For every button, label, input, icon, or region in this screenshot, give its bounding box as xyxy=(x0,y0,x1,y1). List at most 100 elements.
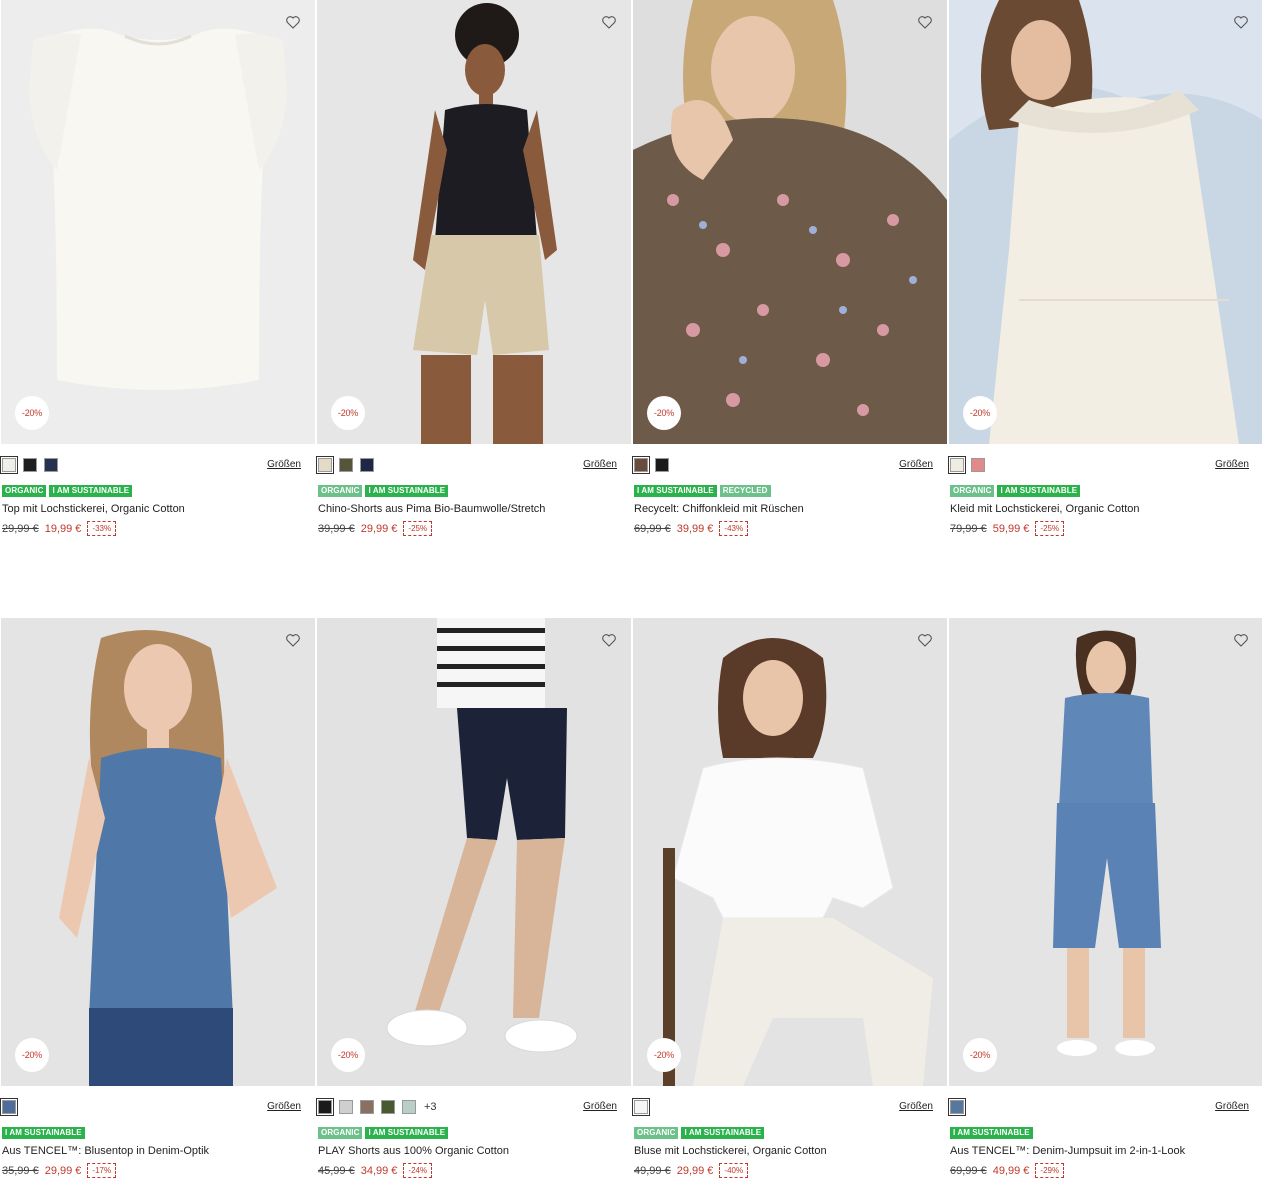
badge-row: I AM SUSTAINABLE RECYCLED xyxy=(634,485,771,497)
product-image[interactable]: -20% xyxy=(633,618,947,1086)
heart-icon[interactable] xyxy=(601,14,617,30)
badge-row: I AM SUSTAINABLE xyxy=(950,1127,1033,1139)
product-title[interactable]: Aus TENCEL™: Blusentop in Denim-Optik xyxy=(2,1145,209,1157)
percent-off: -25% xyxy=(403,521,433,536)
discount-badge: -20% xyxy=(963,396,997,430)
sustainability-badge: I AM SUSTAINABLE xyxy=(681,1127,765,1139)
sustainability-badge: I AM SUSTAINABLE xyxy=(365,485,449,497)
color-swatches xyxy=(948,456,985,474)
sustainability-badge: I AM SUSTAINABLE xyxy=(634,485,717,497)
product-title[interactable]: Aus TENCEL™: Denim-Jumpsuit im 2-in-1-Lo… xyxy=(950,1145,1185,1157)
discount-badge: -20% xyxy=(331,396,365,430)
sizes-link[interactable]: Größen xyxy=(1215,459,1249,470)
price-row: 45,99 € 34,99 € -24% xyxy=(318,1163,433,1178)
color-swatch[interactable] xyxy=(948,456,966,474)
heart-icon[interactable] xyxy=(1233,632,1249,648)
product-image[interactable]: -20% xyxy=(633,0,947,444)
product-image[interactable]: -20% xyxy=(1,618,315,1086)
color-swatch[interactable] xyxy=(948,1098,966,1116)
color-swatch[interactable] xyxy=(0,1098,18,1116)
product-title[interactable]: Bluse mit Lochstickerei, Organic Cotton xyxy=(634,1145,827,1157)
discount-badge: -20% xyxy=(15,1038,49,1072)
product-title[interactable]: PLAY Shorts aus 100% Organic Cotton xyxy=(318,1145,509,1157)
sizes-link[interactable]: Größen xyxy=(267,1101,301,1112)
price-row: 35,99 € 29,99 € -17% xyxy=(2,1163,117,1178)
color-swatch[interactable] xyxy=(23,458,37,472)
product-title[interactable]: Chino-Shorts aus Pima Bio-Baumwolle/Stre… xyxy=(318,503,545,515)
sizes-link[interactable]: Größen xyxy=(583,459,617,470)
heart-icon[interactable] xyxy=(1233,14,1249,30)
old-price: 39,99 € xyxy=(318,522,355,535)
product-title[interactable]: Recycelt: Chiffonkleid mit Rüschen xyxy=(634,503,804,515)
color-swatch[interactable] xyxy=(316,1098,334,1116)
sustainability-badge: I AM SUSTAINABLE xyxy=(950,1127,1033,1139)
price-row: 79,99 € 59,99 € -25% xyxy=(950,521,1065,536)
color-swatch[interactable] xyxy=(44,458,58,472)
old-price: 35,99 € xyxy=(2,1164,39,1177)
percent-off: -17% xyxy=(87,1163,117,1178)
discount-badge: -20% xyxy=(963,1038,997,1072)
percent-off: -29% xyxy=(1035,1163,1065,1178)
old-price: 69,99 € xyxy=(634,522,671,535)
sustainability-badge: ORGANIC xyxy=(318,485,363,497)
sustainability-badge: ORGANIC xyxy=(950,485,995,497)
product-image[interactable]: -20% xyxy=(317,618,631,1086)
product-image[interactable]: -20% xyxy=(1,0,315,444)
discount-badge: -20% xyxy=(647,396,681,430)
sale-price: 34,99 € xyxy=(360,1164,398,1177)
color-swatches xyxy=(632,1098,650,1116)
sustainability-badge: ORGANIC xyxy=(2,485,47,497)
color-swatch[interactable] xyxy=(632,456,650,474)
heart-icon[interactable] xyxy=(917,14,933,30)
product-image[interactable]: -20% xyxy=(949,0,1262,444)
color-swatch[interactable] xyxy=(339,1100,353,1114)
color-swatch[interactable] xyxy=(632,1098,650,1116)
sale-price: 59,99 € xyxy=(992,522,1030,535)
color-swatch[interactable] xyxy=(316,456,334,474)
color-swatches xyxy=(0,456,58,474)
product-image[interactable]: -20% xyxy=(317,0,631,444)
heart-icon[interactable] xyxy=(285,14,301,30)
color-swatch[interactable] xyxy=(971,458,985,472)
discount-badge: -20% xyxy=(647,1038,681,1072)
sustainability-badge: I AM SUSTAINABLE xyxy=(49,485,133,497)
sale-price: 29,99 € xyxy=(44,1164,82,1177)
sale-price: 29,99 € xyxy=(676,1164,714,1177)
sizes-link[interactable]: Größen xyxy=(267,459,301,470)
badge-row: ORGANIC I AM SUSTAINABLE xyxy=(950,485,1081,497)
badge-row: ORGANIC I AM SUSTAINABLE xyxy=(318,1127,449,1139)
price-row: 29,99 € 19,99 € -33% xyxy=(2,521,117,536)
price-row: 39,99 € 29,99 € -25% xyxy=(318,521,433,536)
color-swatch[interactable] xyxy=(360,458,374,472)
discount-badge: -20% xyxy=(331,1038,365,1072)
product-title[interactable]: Top mit Lochstickerei, Organic Cotton xyxy=(2,503,185,515)
old-price: 69,99 € xyxy=(950,1164,987,1177)
sizes-link[interactable]: Größen xyxy=(899,459,933,470)
badge-row: I AM SUSTAINABLE xyxy=(2,1127,85,1139)
heart-icon[interactable] xyxy=(601,632,617,648)
color-swatch[interactable] xyxy=(655,458,669,472)
percent-off: -43% xyxy=(719,521,749,536)
color-swatch[interactable] xyxy=(402,1100,416,1114)
color-swatch[interactable] xyxy=(381,1100,395,1114)
color-swatch[interactable] xyxy=(339,458,353,472)
sizes-link[interactable]: Größen xyxy=(583,1101,617,1112)
color-swatches xyxy=(632,456,669,474)
heart-icon[interactable] xyxy=(285,632,301,648)
color-swatch[interactable] xyxy=(360,1100,374,1114)
badge-row: ORGANIC I AM SUSTAINABLE xyxy=(318,485,449,497)
color-swatches: +3 xyxy=(316,1098,437,1116)
more-colors-link[interactable]: +3 xyxy=(424,1101,437,1113)
sale-price: 29,99 € xyxy=(360,522,398,535)
heart-icon[interactable] xyxy=(917,632,933,648)
sustainability-badge: ORGANIC xyxy=(318,1127,363,1139)
percent-off: -33% xyxy=(87,521,117,536)
sizes-link[interactable]: Größen xyxy=(1215,1101,1249,1112)
color-swatch[interactable] xyxy=(0,456,18,474)
old-price: 45,99 € xyxy=(318,1164,355,1177)
product-title[interactable]: Kleid mit Lochstickerei, Organic Cotton xyxy=(950,503,1140,515)
sizes-link[interactable]: Größen xyxy=(899,1101,933,1112)
discount-badge: -20% xyxy=(15,396,49,430)
percent-off: -24% xyxy=(403,1163,433,1178)
product-image[interactable]: -20% xyxy=(949,618,1262,1086)
